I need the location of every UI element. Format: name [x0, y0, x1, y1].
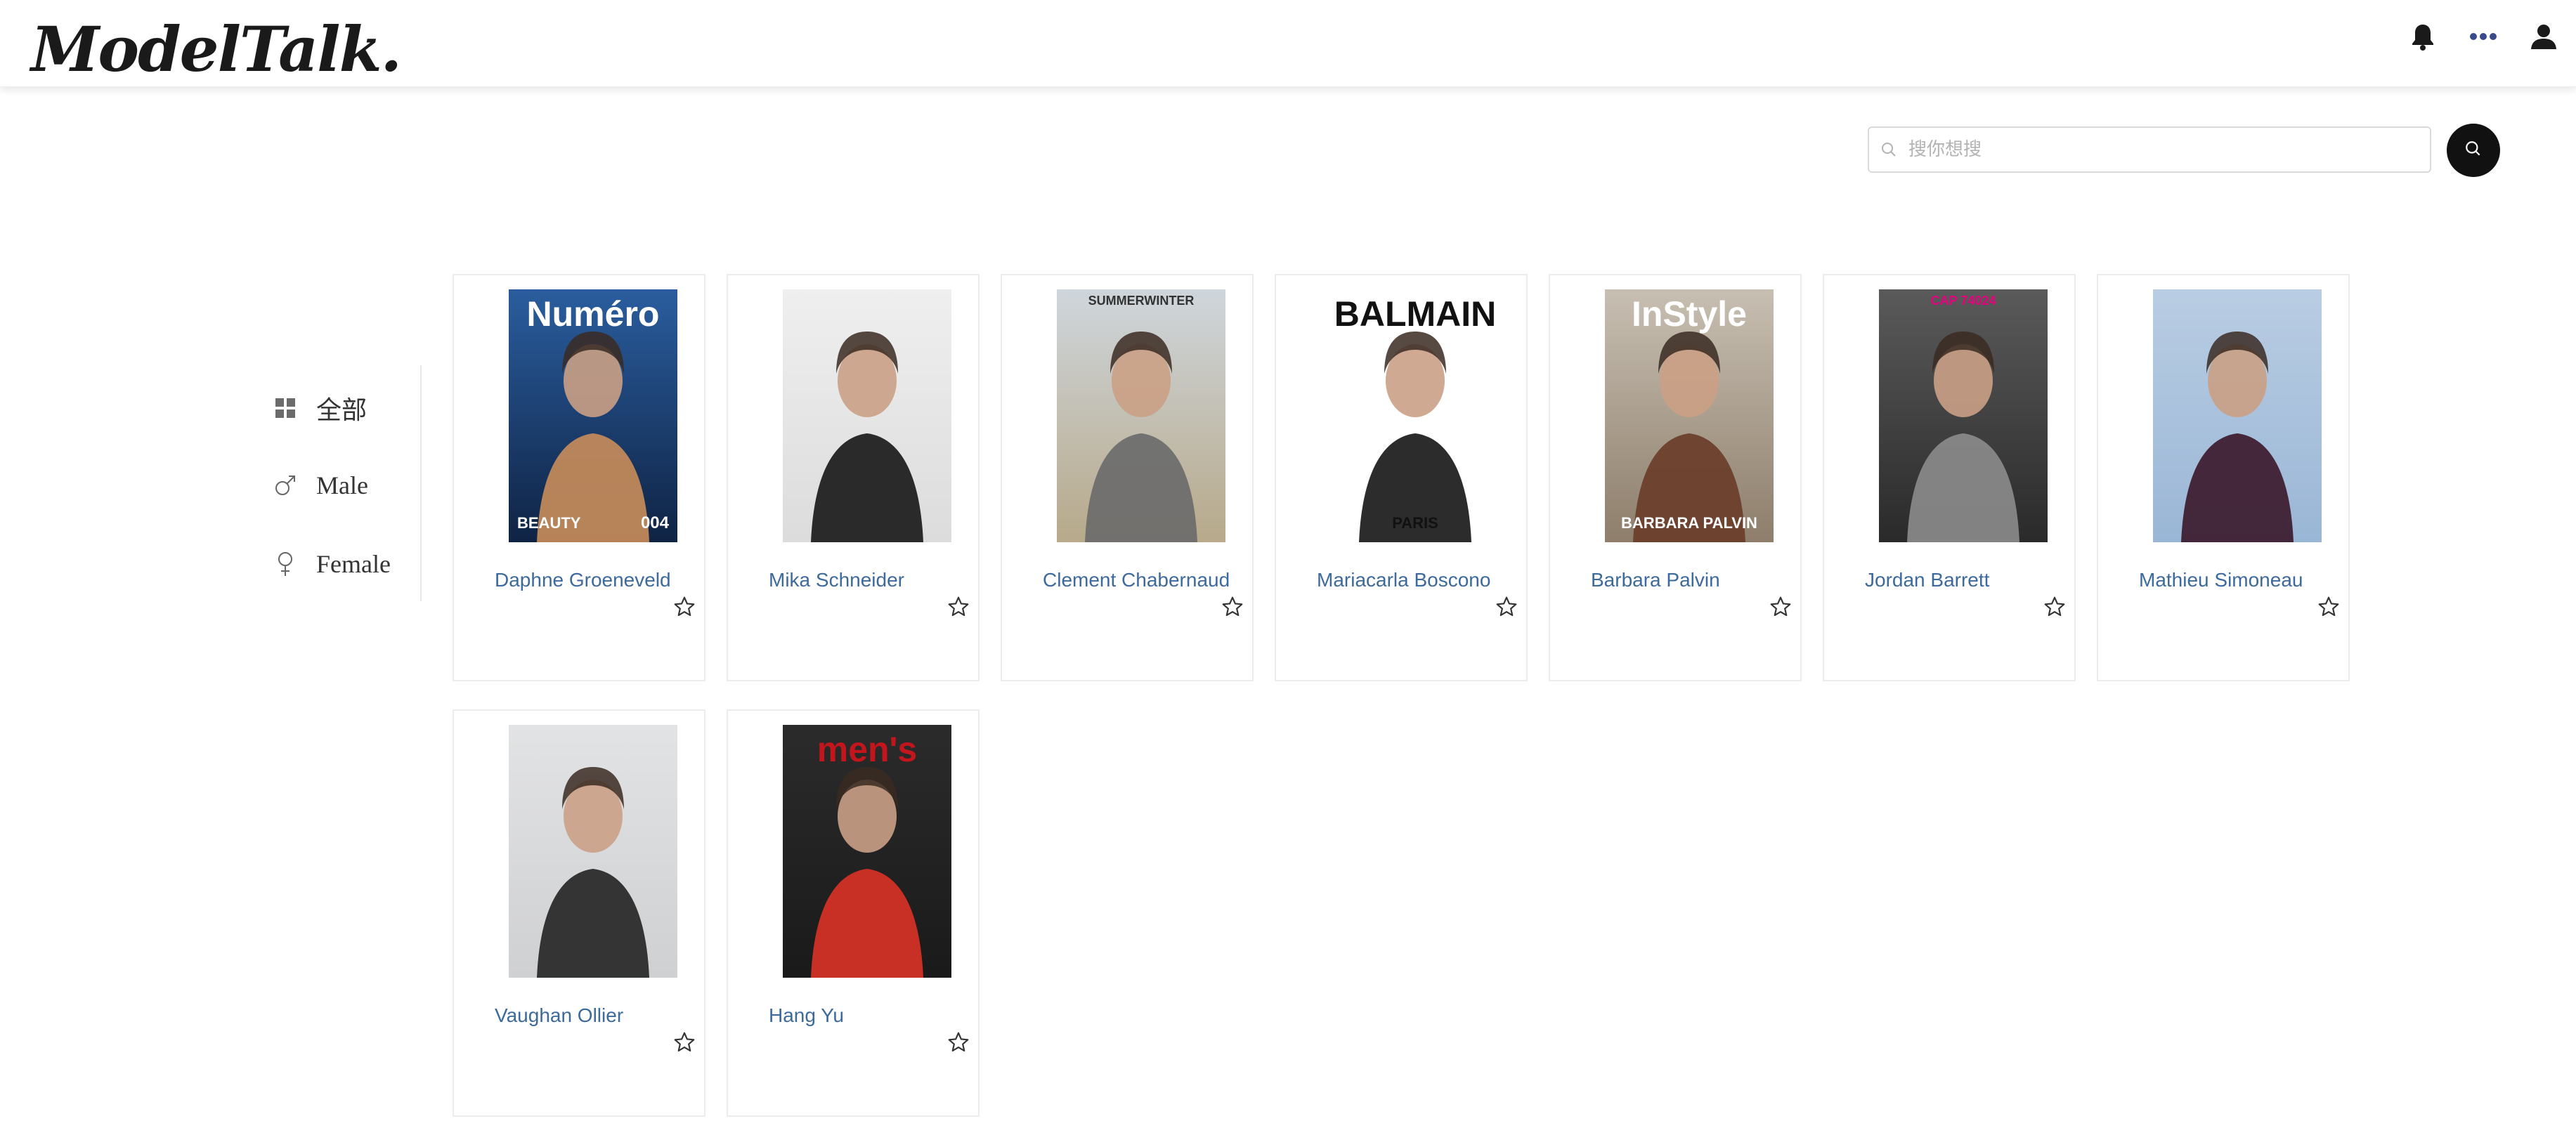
model-cover-image [783, 289, 951, 542]
star-icon[interactable] [673, 1031, 696, 1054]
model-cover-image [509, 725, 677, 978]
cover-issue: 004 [641, 513, 670, 532]
sidebar-item-label: Male [316, 471, 368, 499]
search-button[interactable] [2447, 124, 2500, 177]
cover-subtitle: BARBARA PALVIN [1621, 514, 1757, 532]
star-icon[interactable] [947, 596, 970, 618]
model-card[interactable]: men's Hang Yu [727, 709, 980, 1117]
model-name[interactable]: Hang Yu [769, 1004, 844, 1027]
model-card[interactable]: Vaughan Ollier [453, 709, 705, 1117]
female-icon [264, 551, 306, 577]
model-name[interactable]: Clement Chabernaud [1043, 569, 1230, 591]
cover-masthead: CAP 74024 [1931, 294, 1996, 308]
model-card[interactable]: Mathieu Simoneau [2097, 274, 2350, 681]
star-icon[interactable] [2043, 596, 2066, 618]
star-icon[interactable] [1221, 596, 1244, 618]
model-cover-image: BALMAIN PARIS [1331, 289, 1500, 542]
model-cover-image: Numéro BEAUTY 004 [509, 289, 677, 542]
category-sidebar: 全部 Male Female [253, 365, 422, 601]
cover-masthead: men's [817, 730, 918, 769]
star-icon[interactable] [947, 1031, 970, 1054]
model-card[interactable]: Mika Schneider [727, 274, 980, 681]
sidebar-item-female[interactable]: Female [253, 539, 415, 589]
model-card[interactable]: Numéro BEAUTY 004 Daphne Groeneveld [453, 274, 705, 681]
search-input[interactable] [1908, 129, 2430, 171]
cover-masthead: BALMAIN [1334, 294, 1497, 334]
model-name[interactable]: Mika Schneider [769, 569, 904, 591]
star-icon[interactable] [673, 596, 696, 618]
search-icon [2464, 140, 2483, 162]
model-card[interactable]: InStyle BARBARA PALVIN Barbara Palvin [1549, 274, 1802, 681]
model-name[interactable]: Jordan Barrett [1865, 569, 1989, 591]
more-icon[interactable] [2464, 17, 2503, 56]
cover-masthead: Numéro [527, 294, 660, 334]
star-icon[interactable] [2317, 596, 2340, 618]
model-cover-image: SUMMERWINTER [1057, 289, 1225, 542]
model-name[interactable]: Vaughan Ollier [495, 1004, 623, 1027]
search-bar [1868, 126, 2431, 173]
top-navbar: ModelTalk. [0, 0, 2576, 87]
search-icon [1869, 128, 1908, 171]
model-name[interactable]: Mathieu Simoneau [2139, 569, 2303, 591]
model-name[interactable]: Daphne Groeneveld [495, 569, 671, 591]
bell-icon[interactable] [2403, 17, 2442, 56]
app-logo[interactable]: ModelTalk. [31, 15, 402, 84]
star-icon[interactable] [1769, 596, 1792, 618]
model-cover-image: InStyle BARBARA PALVIN [1605, 289, 1774, 542]
grid-icon [264, 398, 306, 419]
sidebar-item-label: 全部 [316, 396, 367, 424]
model-cover-image [2153, 289, 2322, 542]
cover-masthead: SUMMERWINTER [1088, 294, 1195, 308]
model-name[interactable]: Mariacarla Boscono [1317, 569, 1490, 591]
cover-subtitle: BEAUTY [517, 514, 581, 532]
model-cover-image: men's [783, 725, 951, 978]
star-icon[interactable] [1495, 596, 1518, 618]
model-card[interactable]: CAP 74024 Jordan Barrett [1823, 274, 2076, 681]
male-icon [264, 473, 306, 497]
sidebar-item-male[interactable]: Male [253, 461, 415, 510]
model-cover-image: CAP 74024 [1879, 289, 2048, 542]
model-name[interactable]: Barbara Palvin [1591, 569, 1720, 591]
header-actions [2382, 17, 2563, 56]
sidebar-item-all[interactable]: 全部 [253, 383, 415, 433]
cover-subtitle: PARIS [1392, 514, 1438, 532]
sidebar-item-label: Female [316, 550, 391, 578]
model-card[interactable]: BALMAIN PARIS Mariacarla Boscono [1275, 274, 1528, 681]
cover-masthead: InStyle [1632, 294, 1747, 334]
model-card[interactable]: SUMMERWINTER Clement Chabernaud [1001, 274, 1254, 681]
user-icon[interactable] [2524, 17, 2563, 56]
